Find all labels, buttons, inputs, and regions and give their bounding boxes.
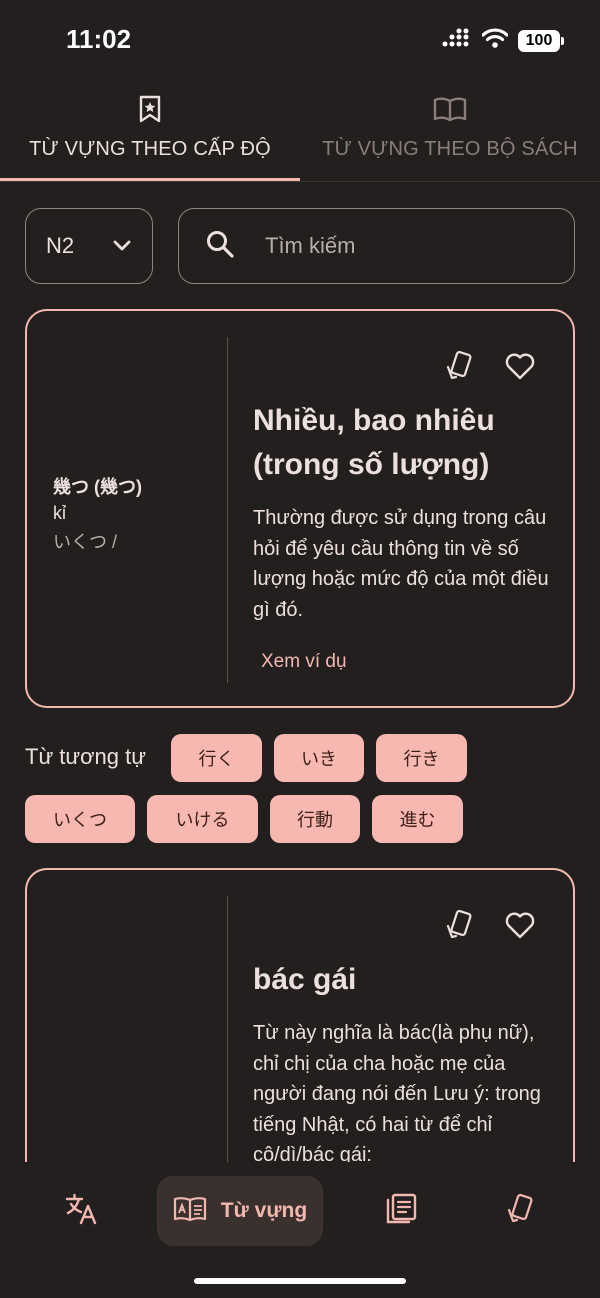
vocabulary-book-icon bbox=[173, 1195, 207, 1228]
tab-vocab-by-book[interactable]: TỪ VỰNG THEO BỘ SÁCH bbox=[300, 86, 600, 184]
signal-icon bbox=[442, 28, 472, 53]
status-icons: 100 bbox=[442, 28, 564, 53]
nav-articles[interactable] bbox=[366, 1176, 436, 1246]
heart-icon[interactable] bbox=[503, 908, 537, 947]
level-dropdown[interactable]: N2 bbox=[25, 208, 153, 284]
status-bar: 11:02 100 bbox=[0, 0, 600, 80]
similar-word-chip[interactable]: 行く bbox=[171, 734, 262, 782]
nav-translate[interactable] bbox=[46, 1176, 116, 1246]
similar-word-chip[interactable]: いける bbox=[147, 795, 258, 843]
tab-vocab-by-level[interactable]: TỪ VỰNG THEO CẤP ĐỘ bbox=[0, 86, 300, 184]
wifi-icon bbox=[481, 28, 509, 53]
nav-flashcards[interactable] bbox=[486, 1176, 556, 1246]
tab-bar: TỪ VỰNG THEO CẤP ĐỘ TỪ VỰNG THEO BỘ SÁCH bbox=[0, 86, 600, 184]
see-example-link[interactable]: Xem ví dụ bbox=[261, 651, 347, 673]
nav-vocabulary-label: Từ vựng bbox=[220, 1199, 308, 1222]
heart-icon[interactable] bbox=[503, 349, 537, 388]
open-book-icon bbox=[432, 94, 468, 129]
word-meaning-title: bác gái bbox=[253, 963, 357, 996]
similar-word-chip[interactable]: いき bbox=[274, 734, 364, 782]
tab-label: TỪ VỰNG THEO BỘ SÁCH bbox=[322, 138, 578, 160]
chevron-down-icon bbox=[112, 233, 132, 259]
tab-label: TỪ VỰNG THEO CẤP ĐỘ bbox=[29, 138, 271, 160]
card-divider bbox=[227, 337, 228, 683]
flashcard-icon[interactable] bbox=[443, 908, 477, 947]
card-actions bbox=[443, 908, 537, 947]
word-description: Thường được sử dụng trong câu hỏi để yêu… bbox=[253, 507, 549, 621]
status-time: 11:02 bbox=[66, 24, 132, 54]
similar-words-label: Từ tương tự bbox=[25, 744, 146, 769]
level-value: N2 bbox=[46, 233, 75, 258]
article-list-icon bbox=[384, 1192, 418, 1231]
word-kanji: 幾つ (幾つ) bbox=[53, 477, 142, 497]
word-kana: いくつ / bbox=[53, 532, 118, 552]
word-han-viet: kỉ bbox=[53, 503, 66, 523]
similar-word-chip[interactable]: 進む bbox=[372, 795, 463, 843]
search-box[interactable] bbox=[178, 208, 575, 284]
similar-word-chip[interactable]: 行動 bbox=[270, 795, 360, 843]
search-input[interactable] bbox=[265, 233, 545, 259]
flashcard-icon[interactable] bbox=[443, 349, 477, 388]
home-indicator[interactable] bbox=[194, 1278, 406, 1284]
similar-word-chip[interactable]: いくつ bbox=[25, 795, 135, 843]
search-icon bbox=[205, 229, 235, 264]
translate-icon bbox=[64, 1192, 98, 1231]
vocab-card[interactable]: 幾つ (幾つ) kỉ いくつ / Nhiều, bao nhiêu (trong… bbox=[25, 309, 575, 708]
flashcards-icon bbox=[504, 1192, 538, 1231]
similar-word-chip[interactable]: 行き bbox=[376, 734, 467, 782]
battery-indicator: 100 bbox=[518, 29, 564, 52]
card-divider bbox=[227, 896, 228, 1176]
word-meaning-title: Nhiều, bao nhiêu (trong số lượng) bbox=[253, 404, 495, 481]
tab-divider bbox=[0, 181, 600, 182]
card-actions bbox=[443, 349, 537, 388]
bookmark-star-icon bbox=[136, 94, 164, 129]
word-reading: 幾つ (幾つ) kỉ いくつ / bbox=[53, 473, 223, 554]
word-description: Từ này nghĩa là bác(là phụ nữ), chỉ chị … bbox=[253, 1022, 541, 1166]
nav-vocabulary[interactable]: Từ vựng bbox=[157, 1176, 323, 1246]
